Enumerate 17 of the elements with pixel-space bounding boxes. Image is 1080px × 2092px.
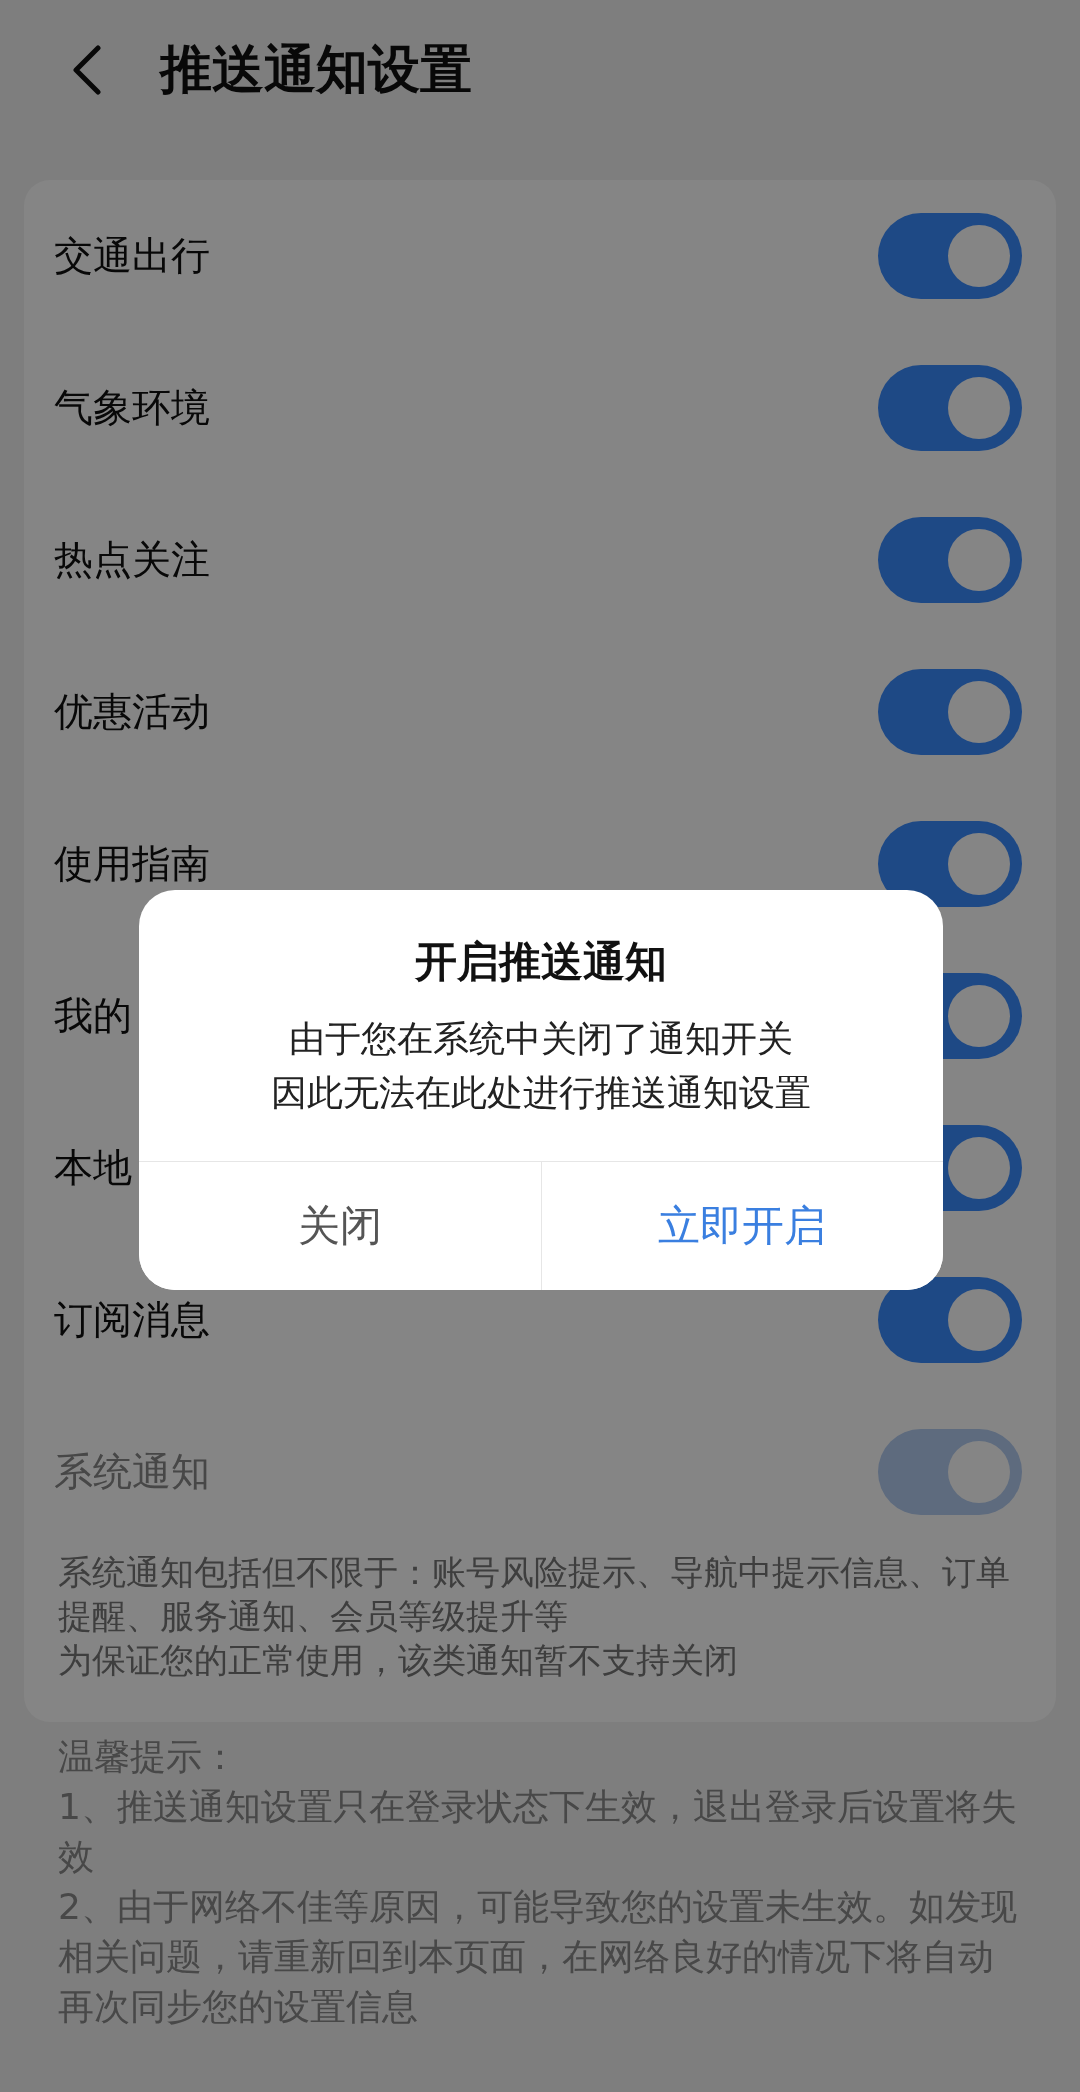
setting-label: 订阅消息 [54, 1296, 210, 1344]
dialog-message: 因此无法在此处进行推送通知设置 [270, 1071, 812, 1115]
setting-label: 交通出行 [54, 232, 210, 280]
setting-label: 系统通知 [54, 1448, 210, 1496]
note-text: 系统通知包括但不限于：账号风险提示、导航中提示信息、订单提醒、服务通知、会员等级提升等 [58, 1551, 1011, 1638]
back-icon[interactable] [72, 45, 102, 95]
setting-label: 本地 [54, 1144, 132, 1192]
note-text: 为保证您的正常使用，该类通知暂不支持关闭 [58, 1639, 739, 1682]
setting-label: 热点关注 [54, 536, 210, 584]
dialog-title: 开启推送通知 [414, 936, 668, 988]
setting-label: 气象环境 [54, 384, 210, 432]
dialog-message: 由于您在系统中关闭了通知开关 [288, 1017, 794, 1061]
setting-label: 使用指南 [54, 840, 210, 888]
setting-label: 我的 [54, 992, 132, 1040]
setting-label: 优惠活动 [54, 688, 210, 736]
page-title: 推送通知设置 [160, 38, 472, 101]
dialog-button[interactable]: 立即开启 [540, 1162, 943, 1290]
